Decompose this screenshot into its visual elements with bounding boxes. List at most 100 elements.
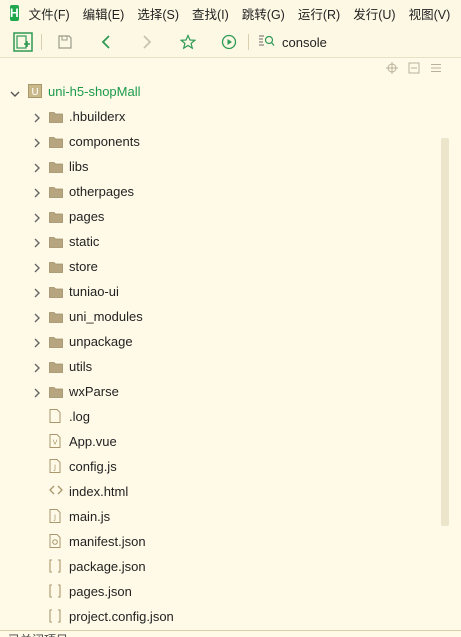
file-icon	[49, 409, 63, 423]
tree-folder-row[interactable]: wxParse	[0, 379, 440, 404]
tree-folder-row[interactable]: uni_modules	[0, 304, 440, 329]
menu-edit[interactable]: 编辑(E)	[83, 4, 125, 23]
hbuilder-logo-icon: H	[10, 5, 19, 21]
tree-item-label: libs	[69, 159, 89, 174]
tree-folder-row[interactable]: libs	[0, 154, 440, 179]
folder-icon	[49, 286, 63, 300]
collapse-icon[interactable]	[408, 62, 420, 74]
tree-file-row[interactable]: Jmain.js	[0, 504, 440, 529]
tree-file-row[interactable]: V App.vue	[0, 429, 440, 454]
html-file-icon	[49, 484, 63, 498]
menu-find[interactable]: 查找(I)	[192, 4, 229, 23]
tree-file-row[interactable]: index.html	[0, 479, 440, 504]
project-explorer: U uni-h5-shopMall .hbuilderx components li…	[0, 58, 461, 637]
run-icon[interactable]	[218, 31, 240, 53]
tree-item-label: pages.json	[69, 584, 132, 599]
tree-folder-row[interactable]: unpackage	[0, 329, 440, 354]
tree-folder-row[interactable]: static	[0, 229, 440, 254]
tree-item-label: store	[69, 259, 98, 274]
folder-icon	[49, 236, 63, 250]
chevron-right-icon[interactable]	[32, 186, 42, 198]
tree-item-label: manifest.json	[69, 534, 146, 549]
tree-file-row[interactable]: pages.json	[0, 579, 440, 604]
chevron-down-icon	[10, 87, 20, 97]
tree-folder-row[interactable]: .hbuilderx	[0, 104, 440, 129]
toolbar-separator	[248, 34, 249, 50]
chevron-right-icon[interactable]	[32, 286, 42, 298]
chevron-right-icon[interactable]	[32, 211, 42, 223]
chevron-right-icon[interactable]	[32, 236, 42, 248]
tree-item-label: static	[69, 234, 100, 249]
folder-icon	[49, 336, 63, 350]
json-file-icon	[49, 609, 63, 623]
menu-file[interactable]: 文件(F)	[29, 4, 70, 23]
menu-publish[interactable]: 发行(U)	[353, 4, 395, 23]
chevron-right-icon[interactable]	[32, 311, 42, 323]
forward-icon[interactable]	[136, 31, 158, 53]
tree-item-label: index.html	[69, 484, 129, 499]
back-icon[interactable]	[95, 31, 117, 53]
tree-item-label: components	[69, 134, 140, 149]
chevron-right-icon[interactable]	[32, 136, 42, 148]
panel-divider	[0, 630, 461, 631]
closed-projects-label[interactable]: 已关闭项目	[8, 631, 68, 637]
folder-icon	[49, 311, 63, 325]
chevron-right-icon[interactable]	[32, 161, 42, 173]
chevron-right-icon[interactable]	[32, 336, 42, 348]
new-file-icon[interactable]	[12, 31, 34, 53]
js-file-icon: J	[49, 509, 63, 523]
tree-item-label: App.vue	[69, 434, 117, 449]
target-icon[interactable]	[386, 62, 398, 74]
tree-file-row[interactable]: project.config.json	[0, 604, 440, 629]
project-name: uni-h5-shopMall	[48, 84, 141, 99]
menubar: H 文件(F) 编辑(E) 选择(S) 查找(I) 跳转(G) 运行(R) 发行…	[0, 0, 461, 26]
chevron-right-icon[interactable]	[32, 361, 42, 373]
chevron-right-icon[interactable]	[32, 111, 42, 123]
tree-item-label: otherpages	[69, 184, 135, 199]
tree-item-label: wxParse	[69, 384, 119, 399]
menu-select[interactable]: 选择(S)	[137, 4, 179, 23]
tree-folder-row[interactable]: store	[0, 254, 440, 279]
tree-folder-row[interactable]: pages	[0, 204, 440, 229]
tree-folder-row[interactable]: tuniao-ui	[0, 279, 440, 304]
menu-view[interactable]: 视图(V)	[409, 4, 451, 23]
project-icon: U	[28, 84, 42, 98]
toolbar	[0, 26, 461, 58]
folder-icon	[49, 261, 63, 275]
menu-run[interactable]: 运行(R)	[298, 4, 340, 23]
folder-icon	[49, 386, 63, 400]
search-box[interactable]	[258, 29, 458, 55]
star-icon[interactable]	[177, 31, 199, 53]
menu-goto[interactable]: 跳转(G)	[242, 4, 285, 23]
tree-folder-row[interactable]: otherpages	[0, 179, 440, 204]
project-root[interactable]: U uni-h5-shopMall	[0, 79, 440, 104]
panel-header	[0, 58, 461, 78]
tree-item-label: package.json	[69, 559, 146, 574]
tree-file-row[interactable]: Jconfig.js	[0, 454, 440, 479]
tree-item-label: main.js	[69, 509, 111, 524]
tree-file-row[interactable]: package.json	[0, 554, 440, 579]
tree-item-label: config.js	[69, 459, 117, 474]
tree-item-label: tuniao-ui	[69, 284, 119, 299]
tree-folder-row[interactable]: utils	[0, 354, 440, 379]
tree-file-row[interactable]: manifest.json	[0, 529, 440, 554]
chevron-right-icon[interactable]	[32, 261, 42, 273]
search-input[interactable]	[282, 34, 442, 50]
svg-text:U: U	[31, 87, 38, 98]
folder-icon	[49, 186, 63, 200]
tree-item-label: utils	[69, 359, 93, 374]
scrollbar[interactable]	[441, 138, 449, 526]
menu-icon[interactable]	[430, 62, 442, 74]
folder-icon	[49, 136, 63, 150]
search-icon	[258, 33, 276, 52]
folder-icon	[49, 361, 63, 375]
save-icon[interactable]	[54, 31, 76, 53]
tree-item-label: unpackage	[69, 334, 133, 349]
tree-item-label: .hbuilderx	[69, 109, 126, 124]
tree-file-row[interactable]: .log	[0, 404, 440, 429]
toolbar-separator	[41, 34, 42, 50]
svg-text:J: J	[53, 514, 56, 522]
tree-folder-row[interactable]: components	[0, 129, 440, 154]
chevron-right-icon[interactable]	[32, 386, 42, 398]
folder-icon	[49, 211, 63, 225]
